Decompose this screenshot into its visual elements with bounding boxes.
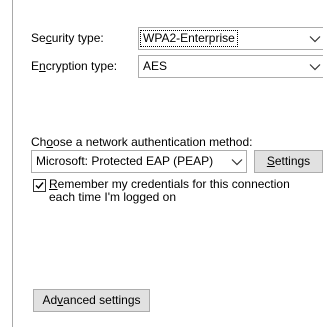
encryption-type-select[interactable]: AES <box>138 55 323 78</box>
security-type-value: WPA2-Enterprise <box>140 30 238 47</box>
remember-credentials-label[interactable]: Remember my credentials for this connect… <box>49 178 319 204</box>
settings-button[interactable]: Settings <box>254 150 323 173</box>
security-type-select[interactable]: WPA2-Enterprise <box>138 27 323 50</box>
remember-credentials-checkbox[interactable] <box>33 179 46 192</box>
panel-left-border <box>12 0 13 327</box>
advanced-settings-button[interactable]: Advanced settings <box>33 289 150 312</box>
encryption-type-label: Encryption type: <box>31 59 118 73</box>
encryption-type-value: AES <box>143 59 168 73</box>
checkmark-icon <box>35 182 44 190</box>
chevron-down-icon <box>231 159 243 166</box>
auth-method-label: Choose a network authentication method: <box>31 135 253 149</box>
security-type-label: Security type: <box>31 31 104 45</box>
auth-method-value: Microsoft: Protected EAP (PEAP) <box>36 154 214 168</box>
auth-method-select[interactable]: Microsoft: Protected EAP (PEAP) <box>31 150 247 173</box>
chevron-down-icon <box>309 36 321 43</box>
chevron-down-icon <box>309 64 321 71</box>
